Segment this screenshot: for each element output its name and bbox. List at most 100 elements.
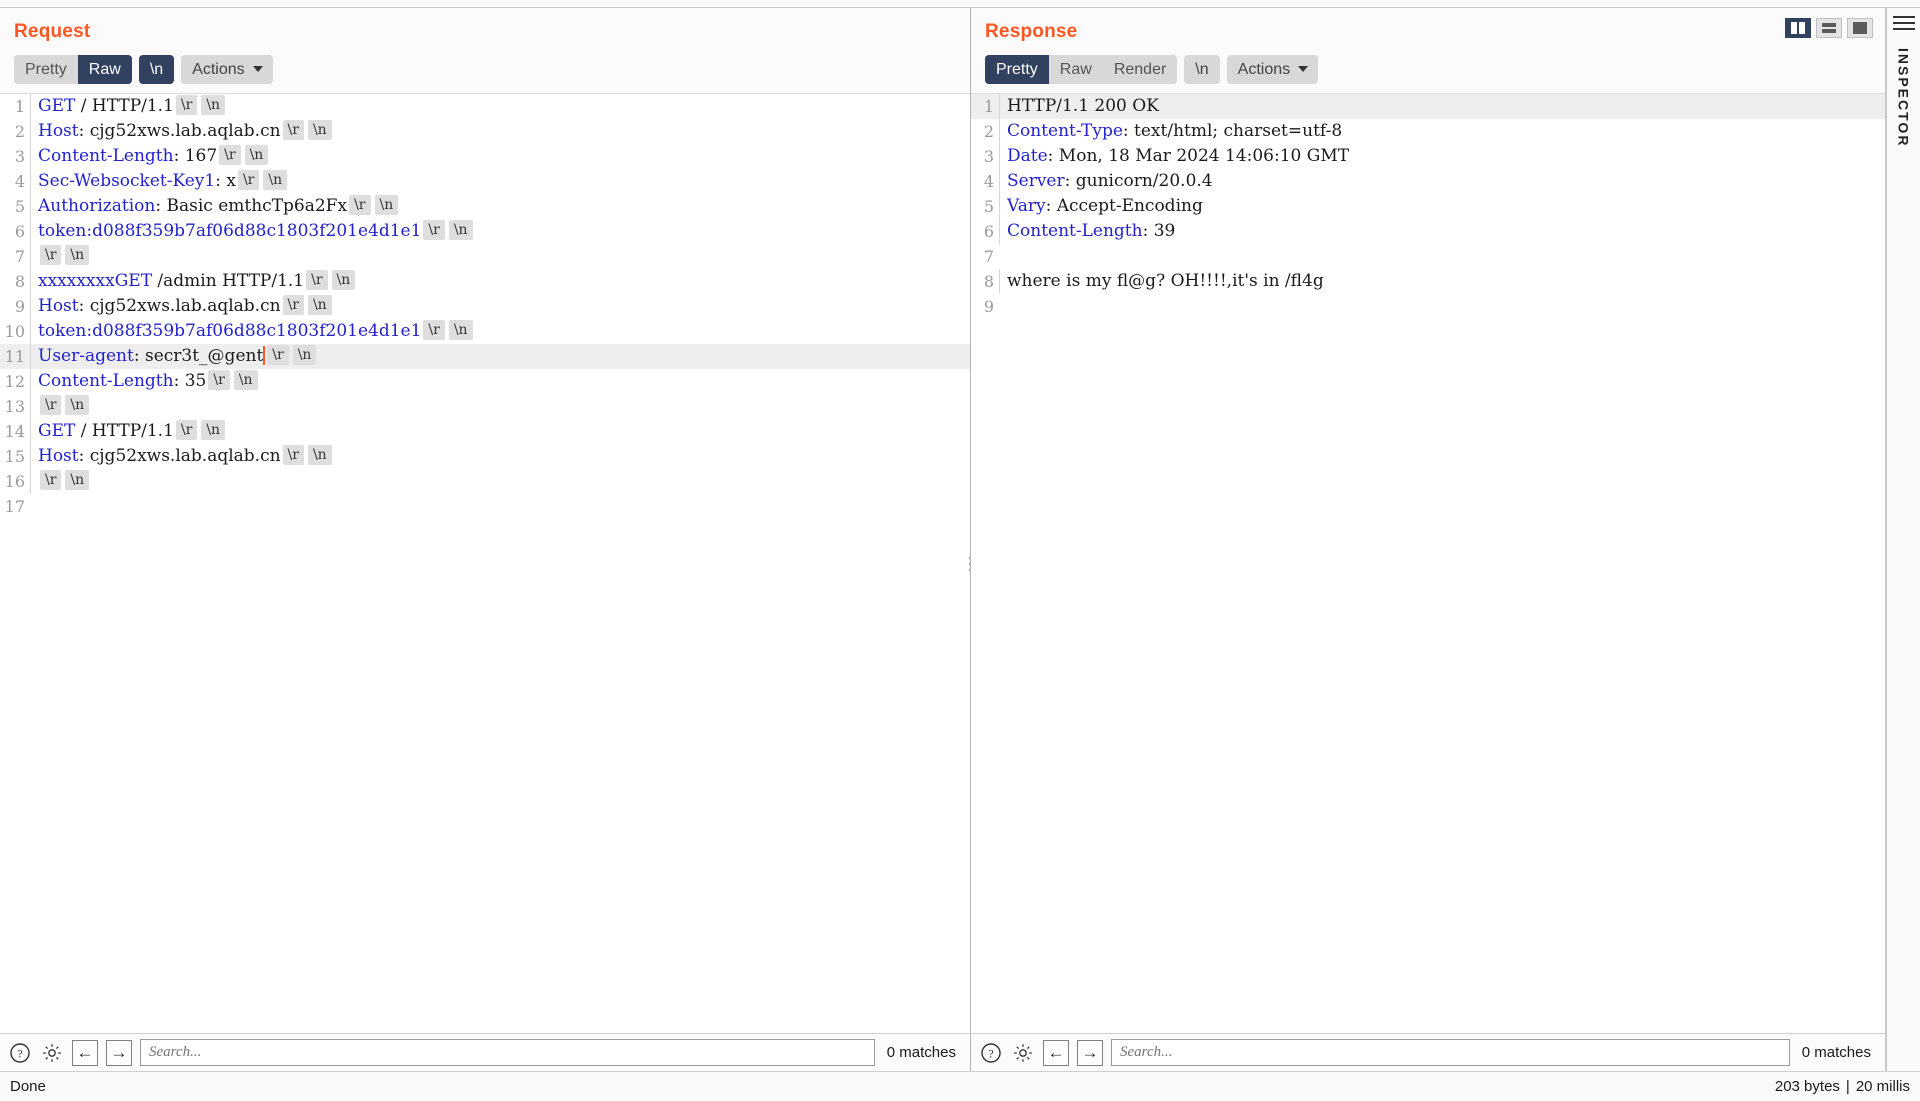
response-line-number: 7 (983, 247, 994, 266)
header-value: cjg52xws.lab.aqlab.cn (84, 296, 281, 316)
request-tab-raw[interactable]: Raw (77, 55, 132, 84)
layout-single-button[interactable] (1847, 18, 1873, 38)
code-line-text: Host: cjg52xws.lab.aqlab.cn \r \n (30, 119, 970, 144)
request-line-number: 15 (4, 447, 25, 466)
control-char-chip: \n (233, 370, 258, 390)
request-tab-pretty[interactable]: Pretty (14, 55, 78, 84)
request-actions-button[interactable]: Actions (181, 55, 273, 84)
status-bar: Done 203 bytes | 20 millis (0, 1071, 1920, 1101)
status-separator: | (1845, 1078, 1850, 1095)
header-value: cjg52xws.lab.aqlab.cn (84, 446, 281, 466)
code-line[interactable]: 3 Date: Mon, 18 Mar 2024 14:06:10 GMT (971, 144, 1885, 169)
response-editor[interactable]: 1 HTTP/1.1 200 OK 2 Content-Type: text/html… (971, 93, 1885, 1033)
response-tab-raw[interactable]: Raw (1048, 55, 1103, 84)
code-line[interactable]: 16 \r \n (0, 469, 970, 494)
text-cursor (263, 346, 266, 365)
code-line-text: \r \n (30, 469, 970, 494)
code-line-text: \r \n (30, 394, 970, 419)
code-line-text: Content-Length: 167 \r \n (30, 144, 970, 169)
help-icon[interactable]: ? (979, 1041, 1003, 1065)
code-line[interactable]: 11 User-agent: secr3t_@gent \r \n (0, 344, 970, 369)
response-line-number: 3 (983, 147, 994, 166)
code-line-text: GET / HTTP/1.1 \r \n (30, 419, 970, 444)
control-char-chip: \n (307, 295, 332, 315)
code-line[interactable]: 6 token:d088f359b7af06d88c1803f201e4d1e1 \… (0, 219, 970, 244)
header-name: Content-Length (38, 146, 174, 166)
response-tab-render[interactable]: Render (1102, 55, 1178, 84)
control-char-chip: \r (267, 345, 289, 365)
control-char-chip: \r (282, 295, 304, 315)
search-prev-button[interactable]: ← (72, 1039, 98, 1066)
code-line[interactable]: 9 (971, 294, 1885, 319)
code-line[interactable]: 14 GET / HTTP/1.1 \r \n (0, 419, 970, 444)
code-line[interactable]: 6 Content-Length: 39 (971, 219, 1885, 244)
request-tabbar: Pretty Raw \n Actions (0, 44, 970, 93)
search-next-button[interactable]: → (1077, 1039, 1103, 1066)
response-title: Response (985, 21, 1078, 42)
code-line[interactable]: 7 \r \n (0, 244, 970, 269)
code-line[interactable]: 1 HTTP/1.1 200 OK (971, 94, 1885, 119)
code-line[interactable]: 2 Content-Type: text/html; charset=utf-8 (971, 119, 1885, 144)
code-line-text: Host: cjg52xws.lab.aqlab.cn \r \n (30, 444, 970, 469)
control-char-chip: \r (282, 120, 304, 140)
chevron-down-icon (252, 66, 263, 72)
code-line[interactable]: 8 where is my fl@g? OH!!!!,it's in /fl4g (971, 269, 1885, 294)
code-line[interactable]: 2 Host: cjg52xws.lab.aqlab.cn \r \n (0, 119, 970, 144)
control-char-chip: \r (237, 170, 260, 190)
request-code-lines: 1 GET / HTTP/1.1 \r \n 2 Host: cjg52xws.lab.a… (0, 94, 970, 519)
search-next-button[interactable]: → (106, 1039, 132, 1066)
header-name: GET (38, 421, 76, 441)
control-char-chip: \r (40, 245, 62, 265)
inspector-label[interactable]: INSPECTOR (1896, 48, 1912, 147)
control-char-chip: \n (65, 395, 90, 415)
response-tab-pretty[interactable]: Pretty (985, 55, 1049, 84)
request-newline-toggle[interactable]: \n (138, 55, 175, 84)
response-newline-toggle[interactable]: \n (1184, 55, 1220, 84)
code-line[interactable]: 4 Server: gunicorn/20.0.4 (971, 169, 1885, 194)
code-line[interactable]: 5 Vary: Accept-Encoding (971, 194, 1885, 219)
response-match-count: 0 matches (1801, 1044, 1871, 1061)
code-line[interactable]: 8 xxxxxxxxGET /admin HTTP/1.1 \r \n (0, 269, 970, 294)
code-line[interactable]: 15 Host: cjg52xws.lab.aqlab.cn \r \n (0, 444, 970, 469)
header-name: Content-Type (1007, 121, 1123, 141)
menu-icon[interactable] (1892, 16, 1915, 30)
code-line[interactable]: 17 (0, 494, 970, 519)
code-line-text: Content-Type: text/html; charset=utf-8 (999, 119, 1885, 144)
code-line[interactable]: 7 (971, 244, 1885, 269)
request-search-input[interactable] (140, 1039, 875, 1066)
code-line[interactable]: 10 token:d088f359b7af06d88c1803f201e4d1e1… (0, 319, 970, 344)
code-line[interactable]: 3 Content-Length: 167 \r \n (0, 144, 970, 169)
header-name: Host (38, 296, 79, 316)
gear-icon[interactable] (1011, 1041, 1035, 1065)
code-line[interactable]: 1 GET / HTTP/1.1 \r \n (0, 94, 970, 119)
chevron-down-icon (1298, 66, 1309, 72)
code-line[interactable]: 9 Host: cjg52xws.lab.aqlab.cn \r \n (0, 294, 970, 319)
layout-stacked-button[interactable] (1816, 18, 1842, 38)
search-prev-button[interactable]: ← (1043, 1039, 1069, 1066)
control-char-chip: \r (40, 470, 62, 490)
layout-side-by-side-button[interactable] (1785, 18, 1811, 38)
code-line[interactable]: 4 Sec-Websocket-Key1: x \r \n (0, 169, 970, 194)
code-line-text: Vary: Accept-Encoding (999, 194, 1885, 219)
burp-message-editor-window: Request Pretty Raw \n Actions 1 GET / HTT… (0, 0, 1920, 1101)
request-editor[interactable]: 1 GET / HTTP/1.1 \r \n 2 Host: cjg52xws.lab.a… (0, 93, 970, 1033)
header-name: Host (38, 446, 79, 466)
gear-icon[interactable] (40, 1041, 64, 1065)
code-line[interactable]: 13 \r \n (0, 394, 970, 419)
code-line[interactable]: 5 Authorization: Basic emthcTp6a2Fx \r \n (0, 194, 970, 219)
control-char-chip: \n (244, 145, 269, 165)
response-actions-button[interactable]: Actions (1226, 55, 1319, 84)
code-line-text: Sec-Websocket-Key1: x \r \n (30, 169, 970, 194)
header-value: gunicorn/20.0.4 (1070, 171, 1213, 191)
help-icon[interactable]: ? (8, 1041, 32, 1065)
pane-divider-handle[interactable] (966, 556, 970, 571)
status-time: 20 millis (1855, 1078, 1910, 1095)
control-char-chip: \n (201, 420, 226, 440)
response-search-input[interactable] (1111, 1039, 1790, 1066)
code-line-text: where is my fl@g? OH!!!!,it's in /fl4g (999, 269, 1885, 294)
code-line[interactable]: 12 Content-Length: 35 \r \n (0, 369, 970, 394)
control-char-chip: \r (175, 420, 198, 440)
header-value: where is my fl@g? OH!!!!,it's in /fl4g (1007, 271, 1324, 291)
header-name: xxxxxxxxGET (38, 271, 153, 291)
header-name: Sec-Websocket-Key1 (38, 171, 216, 191)
